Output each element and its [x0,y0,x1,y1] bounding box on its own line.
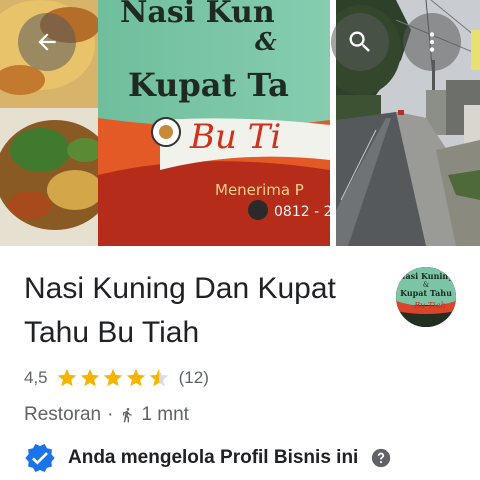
star-icon [103,368,122,387]
meta-row: Restoran · 1 mnt [24,400,189,430]
banner-line-4: Menerima P [215,181,304,199]
banner-line-1: Nasi Kun [120,0,275,30]
photo-gallery[interactable]: Nasi Kun & Kupat Ta Bu Ti Menerima P 081… [0,0,480,246]
banner-ampersand: & [255,27,277,56]
arrow-back-icon [38,33,56,51]
review-count[interactable]: (12) [179,368,209,388]
place-name: Nasi Kuning Dan Kupat Tahu Bu Tiah [24,272,336,349]
help-icon[interactable] [370,447,392,469]
rating-row[interactable]: 4,5 (12) [24,364,209,392]
walk-time: 1 mnt [141,404,189,425]
verified-badge-icon [24,442,56,474]
more-vert-icon [429,32,435,52]
walking-icon [119,404,135,426]
banner-phone: 0812 - 2 [274,204,330,220]
thumb-line-1: Nasi Kuning [398,271,454,281]
back-button[interactable] [18,13,76,71]
place-thumbnail[interactable]: Nasi Kuning & Kupat Tahu Bu Tiah [396,267,456,327]
separator-dot: · [107,404,114,425]
star-icon [80,368,99,387]
banner-line-2: Kupat Ta [128,66,289,104]
thumb-line-2: Kupat Tahu [400,288,452,298]
star-icon [57,368,76,387]
star-icon [149,368,168,387]
more-options-button[interactable] [403,13,461,71]
search-icon [349,31,370,52]
owner-notice-text: Anda mengelola Profil Bisnis ini [68,447,359,468]
thumb-line-3: Bu Tiah [413,301,445,310]
rating-stars [56,367,171,389]
banner-line-3: Bu Ti [189,117,281,157]
search-button[interactable] [331,13,389,71]
star-icon [126,368,145,387]
business-owner-notice[interactable]: Anda mengelola Profil Bisnis ini [24,440,392,476]
category-label[interactable]: Restoran [24,404,101,426]
rating-value: 4,5 [24,368,48,387]
